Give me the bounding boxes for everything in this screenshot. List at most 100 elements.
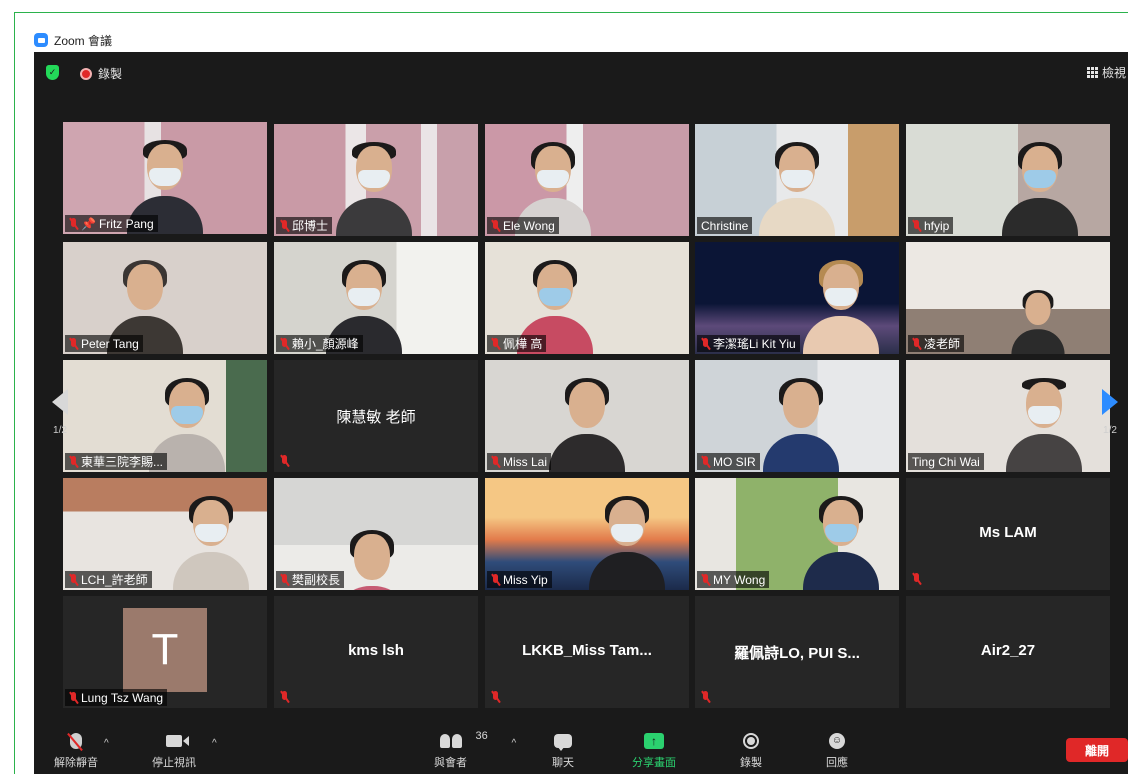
microphone-muted-icon (67, 732, 83, 752)
participant-nametag: Ting Chi Wai (908, 453, 984, 470)
chevron-left-icon (52, 388, 68, 415)
mic-muted-icon (701, 337, 710, 350)
video-tile-ting-chi-wai[interactable]: Ting Chi Wai (906, 360, 1110, 472)
record-label: 錄製 (740, 757, 762, 769)
video-tile-lung-tsz-wang[interactable]: T Lung Tsz Wang (63, 596, 267, 708)
avatar: T (123, 608, 207, 692)
participant-nametag: Miss Yip (487, 571, 552, 588)
meeting-toolbar: ^ 解除靜音 ^ 停止視訊 36 ^ 與會者 聊天 ↑ 分享畫面 錄製 ☺ 回應 … (34, 728, 1128, 774)
meeting-window: ✓ 錄製 檢視 📌 Fritz Pang 邱博士 Ele Wong Christ… (34, 52, 1128, 774)
reactions-label: 回應 (826, 757, 848, 769)
share-screen-button[interactable]: ↑ 分享畫面 (632, 732, 676, 770)
mic-muted-icon (491, 337, 500, 350)
security-shield-icon[interactable]: ✓ (46, 65, 59, 80)
share-screen-icon: ↑ (644, 733, 664, 749)
unmute-label: 解除靜音 (54, 757, 98, 769)
participants-label: 與會者 (434, 757, 467, 769)
record-dot-icon (80, 67, 92, 80)
mic-muted-icon (280, 691, 289, 703)
participant-nametag: Christine (697, 217, 753, 234)
chat-button[interactable]: 聊天 (552, 732, 574, 770)
record-button[interactable]: 錄製 (740, 732, 762, 770)
video-tile-mo-sir[interactable]: MO SIR (695, 360, 899, 472)
video-tile-vice-principal-fan[interactable]: 樊副校長 (274, 478, 478, 590)
chat-label: 聊天 (552, 757, 574, 769)
video-tile-hfyip[interactable]: hfyip (906, 124, 1110, 236)
page-indicator-left: 1/2 (53, 424, 67, 436)
reactions-button[interactable]: ☺ 回應 (826, 732, 848, 770)
participant-nametag: Lung Tsz Wang (65, 689, 168, 706)
window-title: Zoom 會議 (54, 33, 113, 48)
video-tile-fritz-pang[interactable]: 📌 Fritz Pang (63, 122, 267, 234)
participant-name: Ms LAM (979, 524, 1037, 541)
mic-muted-icon (491, 455, 500, 468)
view-button[interactable]: 檢視 (1086, 64, 1126, 81)
participants-icon (439, 734, 462, 748)
video-tile-miss-yip[interactable]: Miss Yip (485, 478, 689, 590)
zoom-logo-icon (34, 33, 48, 47)
chevron-up-icon[interactable]: ^ (512, 738, 517, 749)
mic-muted-icon (69, 573, 78, 586)
mic-muted-icon (701, 573, 710, 586)
grid-view-icon (1086, 67, 1098, 78)
video-tile-lch-hui[interactable]: LCH_許老師 (63, 478, 267, 590)
participant-nametag: MY Wong (697, 571, 770, 588)
video-tile-ms-lam[interactable]: Ms LAM (906, 478, 1110, 590)
participant-nametag: hfyip (908, 217, 954, 234)
participant-nametag: 佩樺 高 (487, 335, 547, 352)
record-icon (743, 733, 759, 749)
participant-nametag: 東華三院李賜... (65, 453, 168, 470)
unmute-button[interactable]: ^ 解除靜音 (54, 732, 109, 770)
video-tile-air2-27[interactable]: Air2_27 (906, 596, 1110, 708)
participant-name: 陳慧敏 老師 (336, 409, 416, 426)
video-tile-lai-siu[interactable]: 賴小_顏源峰 (274, 242, 478, 354)
leave-button[interactable]: 離開 (1066, 738, 1128, 762)
mic-muted-icon (280, 455, 289, 467)
video-tile-lkkb-miss-tam[interactable]: LKKB_Miss Tam... (485, 596, 689, 708)
participant-nametag: 📌 Fritz Pang (65, 215, 158, 232)
participant-nametag: Miss Lai (487, 453, 552, 470)
video-tile-lo-pui-sze[interactable]: 羅佩詩LO, PUI S... (695, 596, 899, 708)
video-camera-icon (166, 735, 189, 747)
participants-button[interactable]: 36 ^ 與會者 (434, 730, 516, 770)
video-tile-chan-wai-man[interactable]: 陳慧敏 老師 (274, 360, 478, 472)
recording-indicator[interactable]: 錄製 (80, 65, 122, 82)
share-screen-label: 分享畫面 (632, 757, 676, 769)
prev-page-button[interactable]: 1/2 (42, 362, 78, 462)
mic-muted-icon (280, 219, 289, 232)
mic-muted-icon (912, 337, 921, 350)
participant-name: Air2_27 (980, 642, 1036, 659)
video-tile-ling-teacher[interactable]: 凌老師 (906, 242, 1110, 354)
video-tile-kms-lsh[interactable]: kms lsh (274, 596, 478, 708)
view-label: 檢視 (1101, 66, 1126, 80)
mic-muted-icon (69, 337, 78, 350)
mic-muted-icon (912, 219, 921, 232)
stop-video-button[interactable]: ^ 停止視訊 (152, 732, 217, 770)
participant-nametag: MO SIR (697, 453, 760, 470)
video-tile-pui-wah-ko[interactable]: 佩樺 高 (485, 242, 689, 354)
mic-muted-icon (701, 691, 710, 703)
video-tile-my-wong[interactable]: MY Wong (695, 478, 899, 590)
chevron-up-icon[interactable]: ^ (104, 738, 109, 749)
pin-icon: 📌 (81, 216, 96, 231)
window-titlebar: Zoom 會議 (34, 30, 112, 50)
participant-nametag: Ele Wong (487, 217, 559, 234)
participant-name: 羅佩詩LO, PUI S... (734, 645, 860, 662)
mic-muted-icon (280, 337, 289, 350)
mic-muted-icon (491, 219, 500, 232)
participant-nametag: LCH_許老師 (65, 571, 152, 588)
stop-video-label: 停止視訊 (152, 757, 196, 769)
chevron-up-icon[interactable]: ^ (212, 738, 217, 749)
video-tile-miss-lai[interactable]: Miss Lai (485, 360, 689, 472)
video-tile-dr-yau[interactable]: 邱博士 (274, 124, 478, 236)
video-tile-peter-tang[interactable]: Peter Tang (63, 242, 267, 354)
recording-label: 錄製 (98, 67, 123, 81)
video-tile-tung-wah[interactable]: 東華三院李賜... (63, 360, 267, 472)
video-tile-christine[interactable]: Christine (695, 124, 899, 236)
next-page-button[interactable]: 1/2 (1092, 362, 1128, 462)
participant-nametag: 賴小_顏源峰 (276, 335, 363, 352)
mic-muted-icon (69, 691, 78, 704)
video-tile-li-kit-yiu[interactable]: 李潔瑤Li Kit Yiu (695, 242, 899, 354)
video-tile-ele-wong[interactable]: Ele Wong (485, 124, 689, 236)
participant-nametag: 凌老師 (908, 335, 965, 352)
